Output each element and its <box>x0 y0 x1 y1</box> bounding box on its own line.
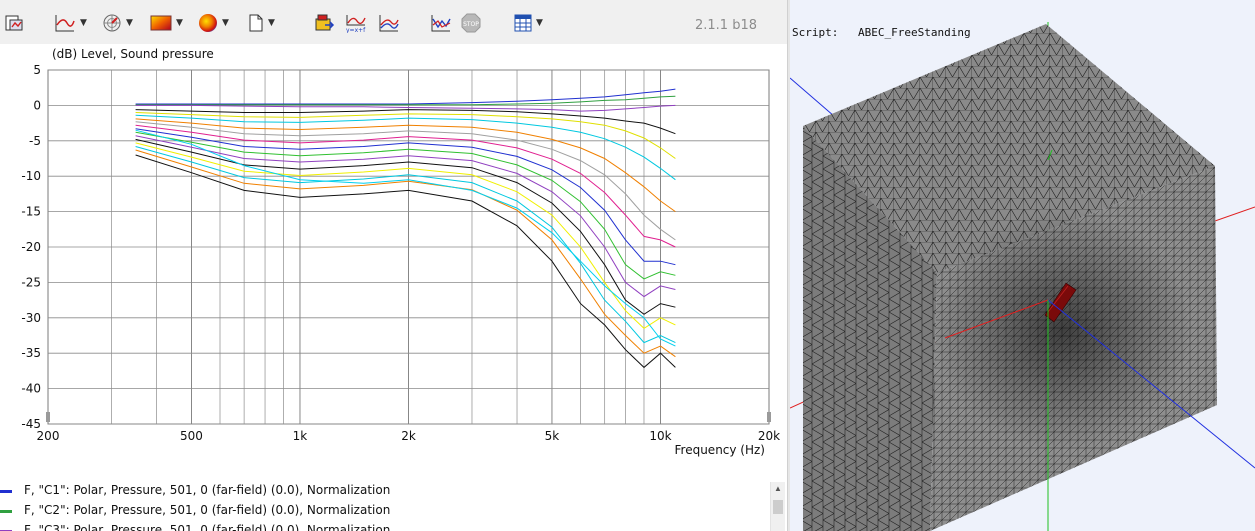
heatmap-button[interactable]: ▼ <box>150 11 183 35</box>
version-label: 2.1.1 b18 <box>694 18 757 33</box>
legend-item-label: F, "C3": Polar, Pressure, 501, 0 (far-fi… <box>24 523 391 531</box>
x-tick-label: 500 <box>180 429 203 443</box>
heatmap-icon <box>150 15 172 31</box>
chevron-down-icon: ▼ <box>80 18 87 28</box>
y-tick-label: -10 <box>21 169 41 183</box>
layout-button[interactable]: ▼ <box>514 11 543 35</box>
range-marker <box>46 412 50 422</box>
x-tick-label: 200 <box>37 429 60 443</box>
results-icon <box>5 15 23 31</box>
chevron-down-icon: ▼ <box>222 18 229 28</box>
x-tick-label: 10k <box>649 429 671 443</box>
y-tick-label: -20 <box>21 240 41 254</box>
legend-item-label: F, "C2": Polar, Pressure, 501, 0 (far-fi… <box>24 503 391 517</box>
polar-icon <box>103 14 121 32</box>
y-tick-label: -5 <box>29 134 41 148</box>
compare-icon <box>379 15 399 32</box>
formula-icon: y=x+f <box>346 15 366 33</box>
sound-pressure-chart[interactable]: 200 500 1k 2k 5k 10k 20k 5 0 -5 -10 -15 -20 -25 -30 -35… <box>0 44 787 464</box>
y-tick-label: -35 <box>21 346 41 360</box>
compare-button[interactable] <box>378 11 400 35</box>
layout-grid-icon <box>514 14 532 32</box>
y-tick-label: 5 <box>33 63 41 77</box>
y-tick-label: 0 <box>33 98 41 112</box>
polar-button[interactable]: ▼ <box>102 11 133 35</box>
x-tick-label: 1k <box>293 429 308 443</box>
stop-button[interactable]: STOP <box>461 11 481 35</box>
results-button[interactable] <box>4 11 24 35</box>
range-marker <box>767 412 771 422</box>
chevron-down-icon: ▼ <box>126 18 133 28</box>
legend-scrollbar[interactable]: ▲ <box>770 482 785 531</box>
x-axis-label: Frequency (Hz) <box>675 443 766 457</box>
scrollbar-thumb[interactable] <box>773 500 783 514</box>
export-icon <box>315 14 335 31</box>
step-icon <box>431 15 451 32</box>
new-document-icon <box>249 14 263 32</box>
x-tick-label: 5k <box>545 429 560 443</box>
y-tick-label: -25 <box>21 275 41 289</box>
balloon-icon <box>199 14 217 32</box>
chart-title: (dB) Level, Sound pressure <box>52 47 214 61</box>
svg-text:y=x+f: y=x+f <box>346 27 366 33</box>
new-document-button[interactable]: ▼ <box>248 11 275 35</box>
results-panel: ▼ ▼ ▼ ▼ ▼ y=x+f STOP ▼ 2.1.1 b18 200 500… <box>0 0 787 531</box>
y-tick-label: -15 <box>21 205 41 219</box>
curve-button[interactable]: ▼ <box>54 11 87 35</box>
balloon-button[interactable]: ▼ <box>198 11 229 35</box>
scroll-up-icon[interactable]: ▲ <box>774 484 782 493</box>
svg-text:STOP: STOP <box>463 21 479 28</box>
legend-item-label: F, "C1": Polar, Pressure, 501, 0 (far-fi… <box>24 483 391 497</box>
chevron-down-icon: ▼ <box>176 18 183 28</box>
step-button[interactable] <box>430 11 452 35</box>
export-button[interactable] <box>313 11 335 35</box>
toolbar: ▼ ▼ ▼ ▼ ▼ y=x+f STOP ▼ 2.1.1 b18 <box>0 4 787 44</box>
formula-button[interactable]: y=x+f <box>345 11 367 35</box>
y-tick-label: -45 <box>21 417 41 431</box>
curve-icon <box>55 15 75 32</box>
legend-swatch-c1 <box>0 490 12 493</box>
mesh-viewer[interactable]: Script: ABEC_FreeStanding <box>790 0 1255 531</box>
y-tick-label: -40 <box>21 382 41 396</box>
chevron-down-icon: ▼ <box>536 18 543 28</box>
legend-list: F, "C1": Polar, Pressure, 501, 0 (far-fi… <box>0 478 787 531</box>
stop-icon: STOP <box>461 13 481 33</box>
chevron-down-icon: ▼ <box>268 18 275 28</box>
x-tick-label: 20k <box>758 429 780 443</box>
y-tick-label: -30 <box>21 311 41 325</box>
legend-swatch-c2 <box>0 510 12 513</box>
x-tick-label: 2k <box>401 429 416 443</box>
mesh-3d-view[interactable] <box>790 0 1255 531</box>
